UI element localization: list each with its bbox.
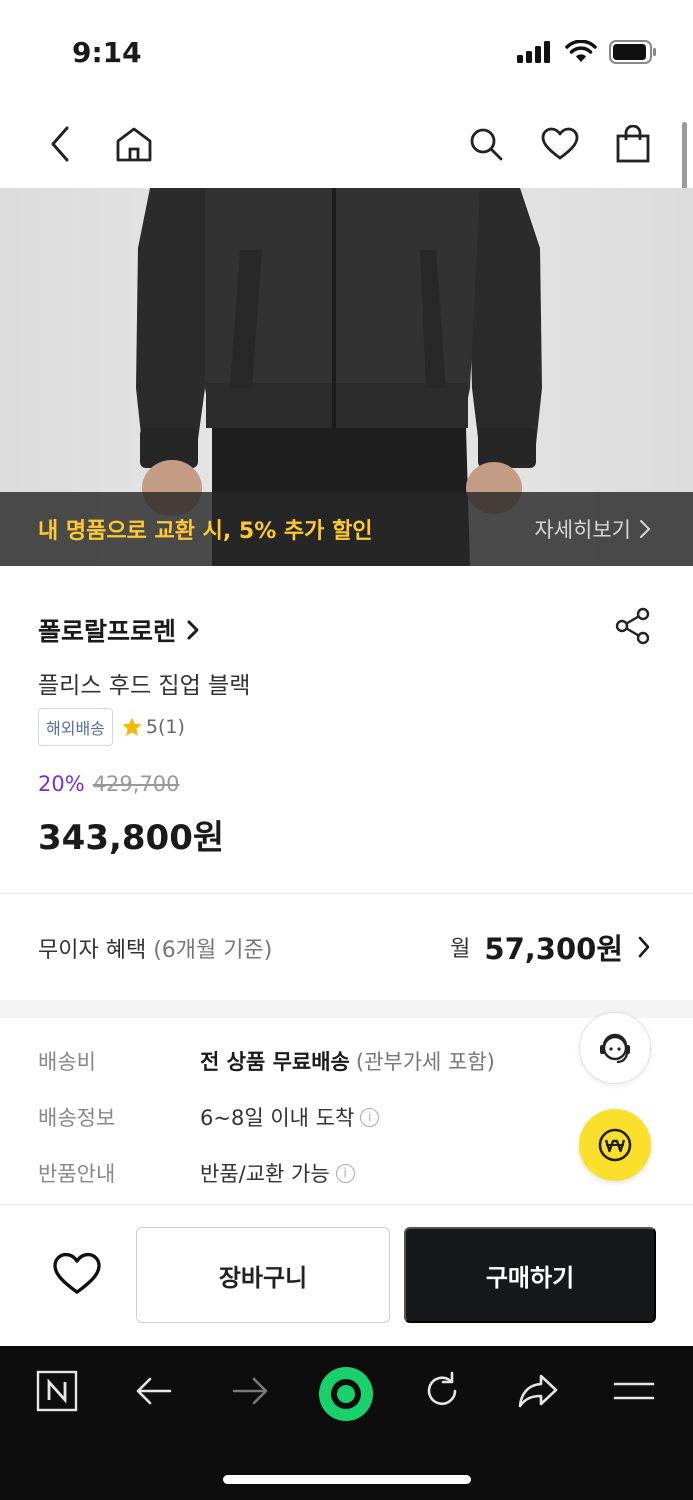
refresh-button[interactable] <box>412 1366 472 1416</box>
status-bar: 9:14 <box>0 0 693 100</box>
browser-back-button[interactable] <box>124 1366 184 1416</box>
arrow-left-icon <box>136 1377 172 1405</box>
signal-icon <box>517 41 550 63</box>
won-pay-button[interactable] <box>579 1109 651 1181</box>
heart-icon <box>541 127 579 160</box>
status-time: 9:14 <box>72 36 142 69</box>
wifi-icon <box>565 40 597 62</box>
naver-logo-icon <box>36 1370 78 1412</box>
promo-more-link[interactable]: 자세히보기 <box>534 514 651 544</box>
promo-text: 내 명품으로 교환 시, 5% 추가 할인 <box>38 519 373 544</box>
installment-title: 무이자 혜택 <box>38 938 147 963</box>
share-button[interactable] <box>613 606 653 646</box>
delivery-eta: 6~8일 이내 도착 <box>200 1106 355 1130</box>
buy-now-button[interactable]: 구매하기 <box>404 1227 656 1323</box>
home-icon <box>116 127 152 162</box>
headset-agent-icon <box>600 1033 630 1064</box>
shopping-bag-icon <box>616 125 650 163</box>
shipping-fee-value: 전 상품 무료배송 (관부가세 포함) <box>200 1046 495 1076</box>
promo-banner[interactable]: 내 명품으로 교환 시, 5% 추가 할인 자세히보기 <box>0 492 693 566</box>
search-icon <box>470 128 503 161</box>
return-info-row: 반품안내 반품/교환 가능 i <box>38 1158 355 1188</box>
home-indicator[interactable] <box>223 1475 471 1484</box>
cart-nav-button[interactable] <box>607 118 659 170</box>
return-policy: 반품/교환 가능 <box>200 1162 330 1186</box>
delivery-info-value: 6~8일 이내 도착 i <box>200 1102 380 1132</box>
green-dot-button[interactable] <box>316 1364 376 1424</box>
delivery-info-key: 배송정보 <box>38 1106 116 1130</box>
brand-name: 폴로랄프로렌 <box>38 617 177 646</box>
shipping-fee-row: 배송비 전 상품 무료배송 (관부가세 포함) <box>38 1046 495 1076</box>
add-to-cart-button[interactable]: 장바구니 <box>136 1227 390 1323</box>
chevron-right-icon <box>640 520 651 538</box>
section-gap <box>0 1000 693 1018</box>
installment-sub-label: (6개월 기준) <box>153 938 273 963</box>
purchase-action-bar: 장바구니 구매하기 <box>0 1204 693 1346</box>
search-button[interactable] <box>460 118 512 170</box>
home-button[interactable] <box>108 118 160 170</box>
status-icons <box>517 40 657 64</box>
naver-home-button[interactable] <box>27 1366 87 1416</box>
browser-share-button[interactable] <box>508 1366 568 1416</box>
rating-value: 5(1) <box>145 716 185 738</box>
green-dot-icon <box>319 1367 373 1421</box>
share-arrow-icon <box>518 1374 558 1408</box>
overseas-shipping-badge: 해외배송 <box>38 708 113 746</box>
customer-support-button[interactable] <box>579 1012 651 1084</box>
battery-icon <box>609 40 656 64</box>
promo-more-label: 자세히보기 <box>534 518 631 542</box>
wishlist-button[interactable] <box>48 1245 106 1303</box>
won-coin-icon <box>598 1128 632 1162</box>
info-icon[interactable]: i <box>360 1107 380 1127</box>
back-button[interactable] <box>34 118 86 170</box>
customs-included-text: (관부가세 포함) <box>355 1050 495 1074</box>
original-price: 429,700 <box>92 772 180 796</box>
star-icon <box>122 717 142 736</box>
installment-amount: 57,300원 <box>484 932 623 966</box>
share-icon <box>615 607 650 645</box>
chevron-right-icon <box>187 620 199 640</box>
heart-icon <box>53 1252 101 1294</box>
brand-link[interactable]: 폴로랄프로렌 <box>38 612 200 648</box>
top-nav <box>0 100 693 188</box>
delivery-info-row: 배송정보 6~8일 이내 도착 i <box>38 1102 380 1132</box>
installment-value: 월 57,300원 <box>450 926 651 968</box>
chevron-right-icon <box>638 936 650 958</box>
wishlist-nav-button[interactable] <box>534 118 586 170</box>
browser-forward-button[interactable] <box>220 1366 280 1416</box>
free-shipping-text: 전 상품 무료배송 <box>200 1050 350 1074</box>
shipping-fee-key: 배송비 <box>38 1050 96 1074</box>
rating[interactable]: 5(1) <box>121 716 185 738</box>
chevron-left-icon <box>51 126 69 162</box>
discount-row: 20% 429,700 <box>38 772 180 796</box>
product-name: 플리스 후드 집업 블랙 <box>38 673 251 699</box>
installment-prefix: 월 <box>450 937 471 962</box>
browser-menu-button[interactable] <box>604 1366 664 1416</box>
sale-price: 343,800원 <box>38 818 225 858</box>
installment-row[interactable]: 무이자 혜택 (6개월 기준) 월 57,300원 <box>0 894 693 1000</box>
product-info: 폴로랄프로렌 플리스 후드 집업 블랙 해외배송 5(1) 20% 429,70… <box>0 566 693 894</box>
return-info-value: 반품/교환 가능 i <box>200 1158 355 1188</box>
hamburger-menu-icon <box>613 1382 655 1400</box>
installment-label: 무이자 혜택 (6개월 기준) <box>38 932 272 964</box>
product-image[interactable]: 내 명품으로 교환 시, 5% 추가 할인 자세히보기 <box>0 188 693 566</box>
refresh-icon <box>427 1371 457 1406</box>
return-info-key: 반품안내 <box>38 1162 116 1186</box>
arrow-right-icon <box>232 1377 268 1405</box>
discount-rate: 20% <box>38 772 85 796</box>
info-icon[interactable]: i <box>335 1163 355 1183</box>
badge-row: 해외배송 5(1) <box>38 708 185 746</box>
